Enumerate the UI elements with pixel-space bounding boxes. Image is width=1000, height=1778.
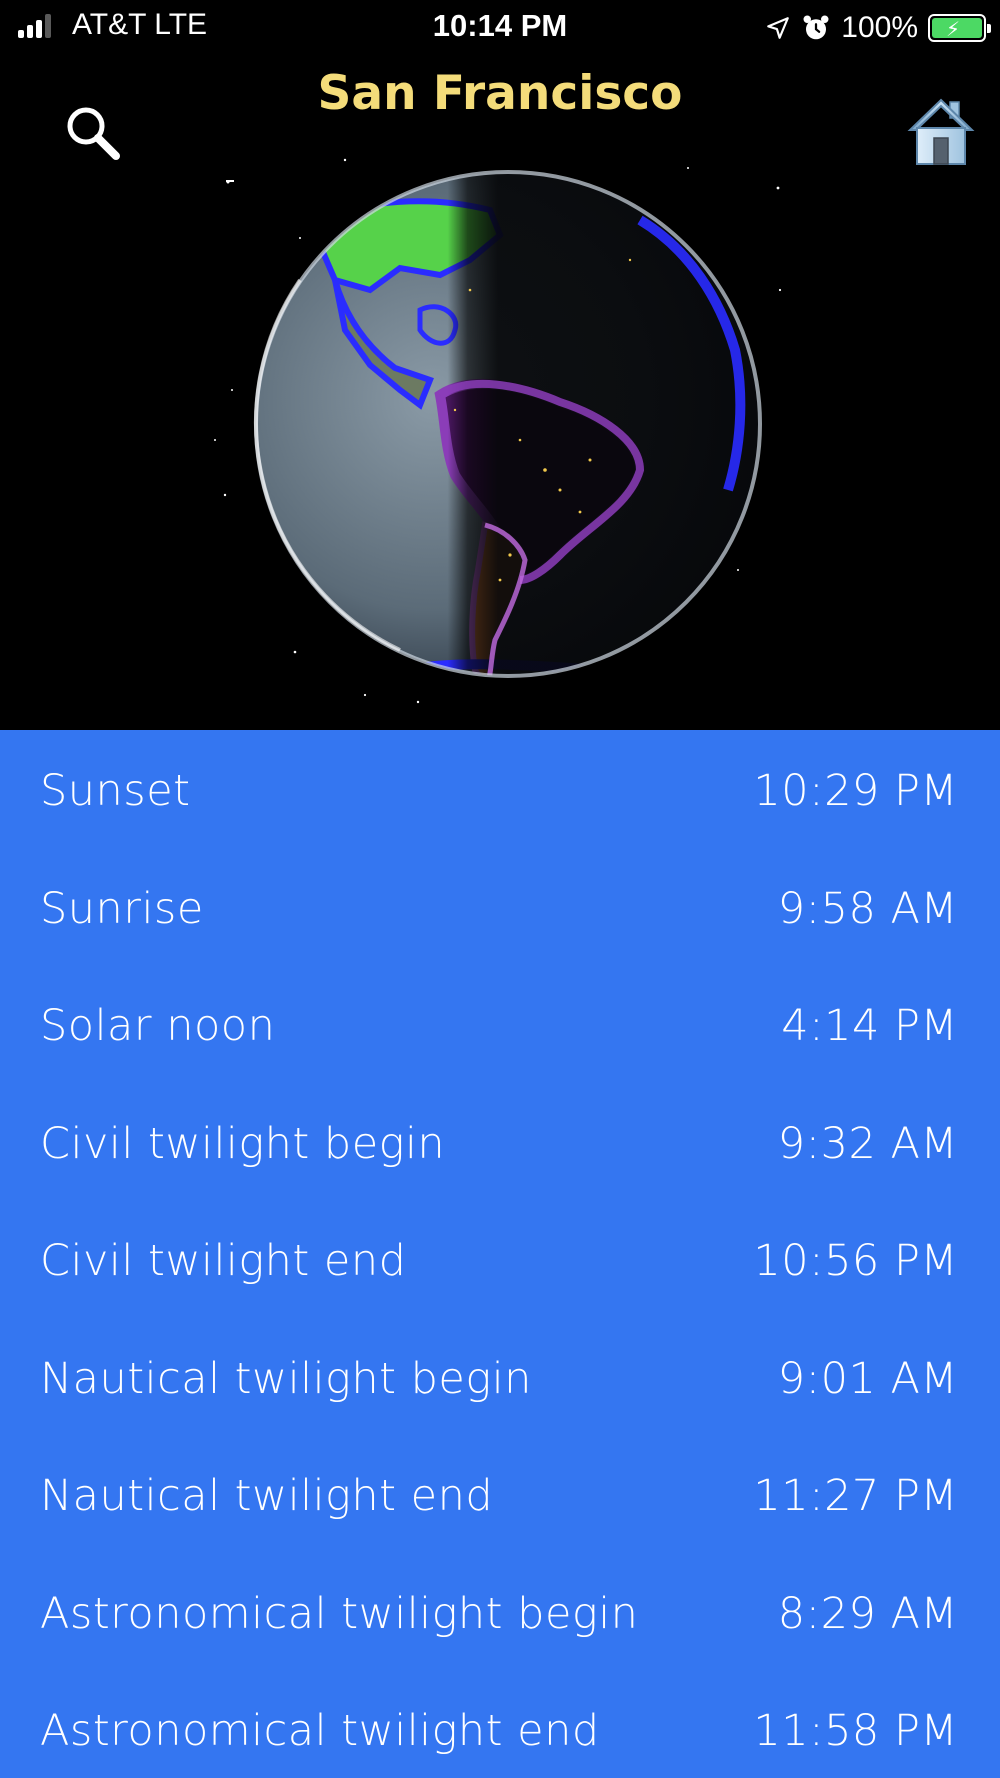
- list-item-astronomical-twilight-end[interactable]: Astronomical twilight end 11:58 PM: [0, 1670, 1000, 1778]
- status-bar: AT&T LTE 10:14 PM 100% ⚡: [0, 0, 1000, 54]
- globe-view[interactable]: [0, 140, 1000, 730]
- row-label: Astronomical twilight end: [40, 1706, 600, 1756]
- row-label: Nautical twilight begin: [40, 1353, 532, 1404]
- row-label: Sunset: [40, 766, 191, 816]
- row-time: 11:27 PM: [753, 1471, 958, 1521]
- row-time: 10:29 PM: [753, 766, 958, 816]
- row-time: 9:58 AM: [777, 883, 958, 934]
- row-time: 10:56 PM: [753, 1236, 958, 1286]
- sun-times-list: Sunset 10:29 PM Sunrise 9:58 AM Solar no…: [0, 730, 1000, 1778]
- alarm-icon: [803, 15, 829, 40]
- row-label: Astronomical twilight begin: [40, 1588, 639, 1639]
- list-item-sunrise[interactable]: Sunrise 9:58 AM: [0, 848, 1000, 966]
- app-screen: AT&T LTE 10:14 PM 100% ⚡ San Francisco S…: [0, 0, 1000, 1778]
- list-item-astronomical-twilight-begin[interactable]: Astronomical twilight begin 8:29 AM: [0, 1553, 1000, 1671]
- list-item-civil-twilight-end[interactable]: Civil twilight end 10:56 PM: [0, 1200, 1000, 1318]
- list-item-nautical-twilight-end[interactable]: Nautical twilight end 11:27 PM: [0, 1435, 1000, 1553]
- battery-percent: 100%: [841, 11, 918, 44]
- globe-graphic: [214, 158, 782, 704]
- row-label: Solar noon: [40, 1001, 276, 1051]
- row-time: 8:29 AM: [777, 1588, 958, 1639]
- list-item-solar-noon[interactable]: Solar noon 4:14 PM: [0, 965, 1000, 1083]
- row-time: 9:01 AM: [777, 1353, 958, 1404]
- page-title: San Francisco: [317, 66, 683, 121]
- list-item-nautical-twilight-begin[interactable]: Nautical twilight begin 9:01 AM: [0, 1318, 1000, 1436]
- battery-charging-icon: ⚡: [928, 14, 991, 42]
- list-item-sunset[interactable]: Sunset 10:29 PM: [0, 730, 1000, 848]
- list-item-civil-twilight-begin[interactable]: Civil twilight begin 9:32 AM: [0, 1083, 1000, 1201]
- row-time: 4:14 PM: [781, 1001, 958, 1051]
- row-label: Sunrise: [40, 883, 204, 934]
- row-label: Civil twilight begin: [40, 1118, 446, 1169]
- location-arrow-icon: [767, 17, 790, 39]
- status-right-group: 100% ⚡: [765, 8, 991, 48]
- row-time: 11:58 PM: [753, 1706, 958, 1756]
- row-label: Civil twilight end: [40, 1236, 407, 1286]
- row-time: 9:32 AM: [777, 1118, 958, 1169]
- row-label: Nautical twilight end: [40, 1471, 494, 1521]
